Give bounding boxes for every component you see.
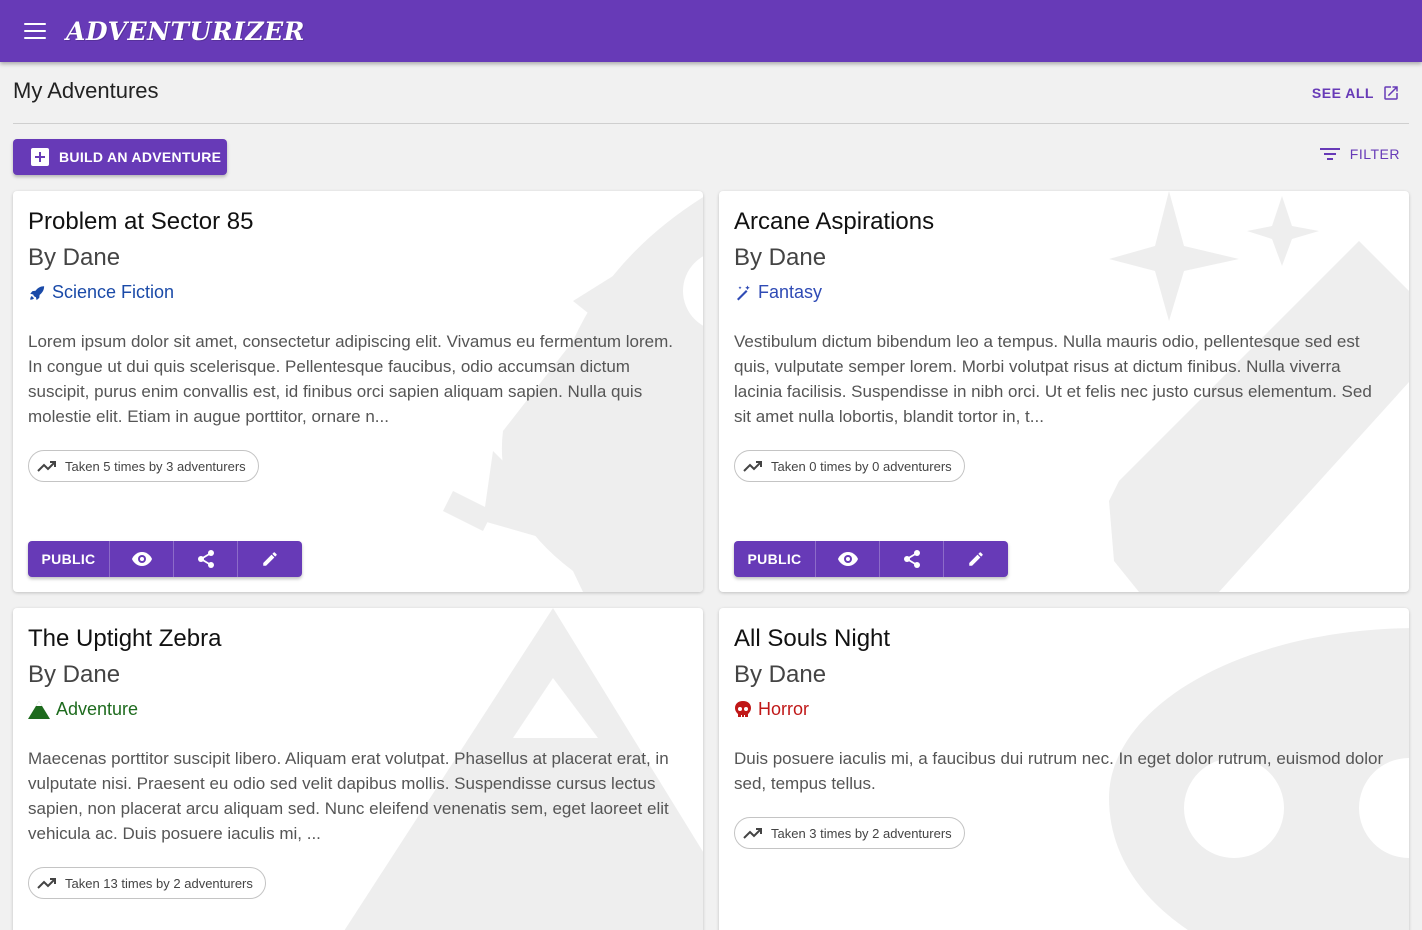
add-box-icon: [31, 148, 49, 166]
trending-up-icon: [37, 878, 56, 889]
skull-icon: [735, 700, 751, 717]
app-bar: ADVENTURIZER: [0, 0, 1422, 62]
pencil-icon: [263, 552, 277, 566]
share-button[interactable]: [174, 541, 238, 577]
adventure-card[interactable]: Problem at Sector 85 By Dane Science Fic…: [13, 191, 703, 592]
filter-button[interactable]: FILTER: [1319, 146, 1400, 162]
stats-chip: Taken 13 times by 2 adventurers: [28, 867, 266, 899]
mountain-icon: [28, 700, 50, 719]
card-title: The Uptight Zebra: [28, 625, 222, 652]
public-toggle-button[interactable]: PUBLIC: [28, 541, 110, 577]
eye-icon: [837, 552, 858, 566]
card-title: All Souls Night: [734, 625, 891, 652]
adventure-card[interactable]: The Uptight Zebra By Dane Adventure Maec…: [13, 608, 703, 930]
card-author: By Dane: [28, 661, 121, 688]
card-actions: PUBLIC: [734, 541, 1008, 577]
trending-up-icon: [743, 461, 762, 472]
trending-up-icon: [743, 828, 762, 839]
filter-icon: [1319, 148, 1340, 160]
card-description: Lorem ipsum dolor sit amet, consectetur …: [28, 332, 674, 426]
pencil-icon: [969, 552, 983, 566]
magic-wand-icon: [737, 285, 750, 300]
card-author: By Dane: [734, 244, 827, 271]
genre-text: Horror: [758, 699, 810, 719]
genre-text: Fantasy: [758, 282, 823, 302]
view-button[interactable]: [110, 541, 174, 577]
build-adventure-button[interactable]: BUILD AN ADVENTURE: [13, 139, 227, 175]
genre-label: Science Fiction: [28, 282, 683, 303]
stats-chip: Taken 0 times by 0 adventurers: [734, 450, 965, 482]
see-all-link[interactable]: SEE ALL: [1312, 84, 1400, 102]
stats-chip: Taken 5 times by 3 adventurers: [28, 450, 259, 482]
app-logo[interactable]: ADVENTURIZER: [66, 17, 305, 46]
page-title: My Adventures: [13, 78, 159, 103]
card-description: Maecenas porttitor suscipit libero. Aliq…: [28, 749, 669, 843]
card-description: Duis posuere iaculis mi, a faucibus dui …: [734, 749, 1384, 793]
header-divider: [13, 123, 1409, 124]
card-actions: PUBLIC: [28, 541, 302, 577]
card-title: Problem at Sector 85: [28, 208, 254, 235]
stats-text: Taken 13 times by 2 adventurers: [65, 875, 253, 891]
share-button[interactable]: [880, 541, 944, 577]
edit-button[interactable]: [944, 541, 1008, 577]
share-icon: [197, 550, 214, 568]
trending-up-icon: [37, 461, 56, 472]
public-toggle-button[interactable]: PUBLIC: [734, 541, 816, 577]
adventure-card[interactable]: Arcane Aspirations By Dane Fantasy Vesti…: [719, 191, 1409, 592]
eye-icon: [131, 552, 152, 566]
card-author: By Dane: [734, 661, 827, 688]
genre-text: Adventure: [56, 699, 139, 719]
genre-label: Fantasy: [734, 282, 1389, 303]
edit-button[interactable]: [238, 541, 302, 577]
menu-icon[interactable]: [24, 23, 46, 39]
card-description: Vestibulum dictum bibendum leo a tempus.…: [734, 332, 1372, 426]
open-in-new-icon: [1384, 86, 1398, 100]
see-all-label: SEE ALL: [1311, 85, 1374, 101]
rocket-icon: [30, 285, 45, 300]
stats-text: Taken 0 times by 0 adventurers: [771, 458, 952, 474]
stats-text: Taken 5 times by 3 adventurers: [65, 458, 246, 474]
stats-text: Taken 3 times by 2 adventurers: [771, 825, 952, 841]
share-icon: [903, 550, 920, 568]
genre-label: Adventure: [28, 699, 683, 720]
stats-chip: Taken 3 times by 2 adventurers: [734, 817, 965, 849]
genre-text: Science Fiction: [52, 282, 175, 302]
card-author: By Dane: [28, 244, 121, 271]
build-adventure-label: BUILD AN ADVENTURE: [59, 149, 222, 165]
view-button[interactable]: [816, 541, 880, 577]
filter-label: FILTER: [1349, 146, 1400, 162]
genre-label: Horror: [734, 699, 1389, 720]
card-title: Arcane Aspirations: [734, 208, 935, 235]
adventure-card[interactable]: All Souls Night By Dane Horror Duis posu…: [719, 608, 1409, 930]
